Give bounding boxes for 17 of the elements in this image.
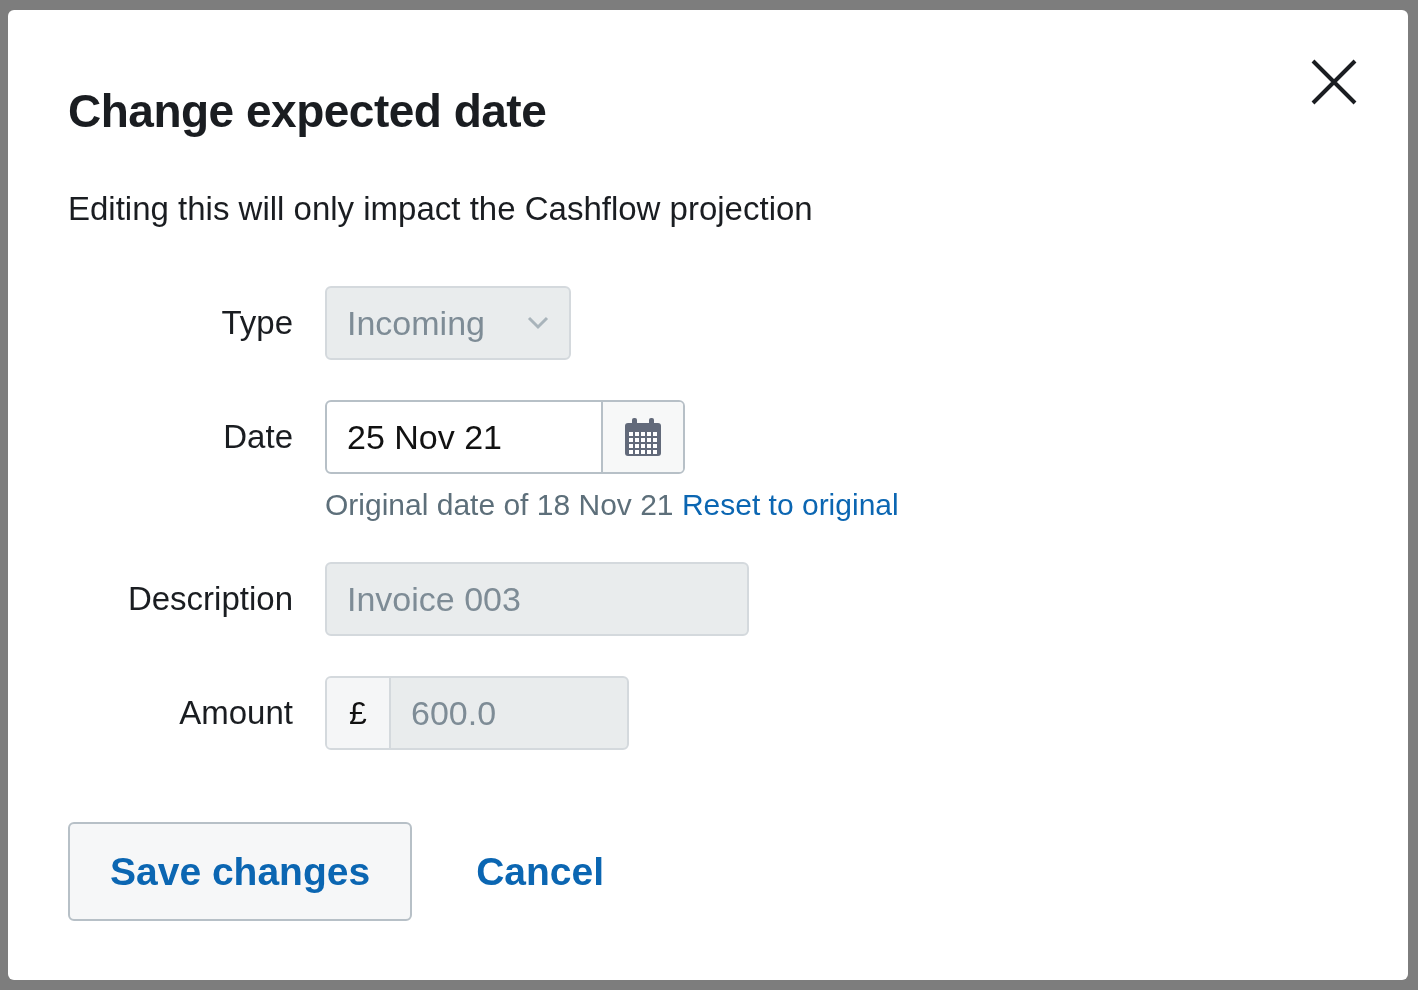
- close-icon: [1310, 58, 1358, 106]
- currency-symbol: £: [327, 678, 391, 748]
- calendar-icon: [625, 418, 661, 456]
- field-label: Amount: [179, 693, 293, 733]
- close-button[interactable]: [1310, 58, 1358, 106]
- dialog-title: Change expected date: [68, 84, 547, 138]
- save-changes-button[interactable]: Save changes: [68, 822, 413, 921]
- chevron-down-icon: [527, 316, 549, 330]
- dialog-description: Editing this will only impact the Cashflow projection: [68, 190, 813, 228]
- field-label: Date: [223, 417, 293, 457]
- cancel-button[interactable]: Cancel: [476, 849, 605, 894]
- field-label: Description: [127, 579, 293, 619]
- calendar-button[interactable]: [601, 402, 683, 472]
- reset-to-original-link[interactable]: Reset to original: [681, 488, 899, 521]
- date-field[interactable]: 25 Nov 21: [325, 400, 685, 474]
- field-label: Type: [221, 303, 293, 343]
- original-date-hint: Original date of 18 Nov 21 Reset to original: [325, 488, 899, 522]
